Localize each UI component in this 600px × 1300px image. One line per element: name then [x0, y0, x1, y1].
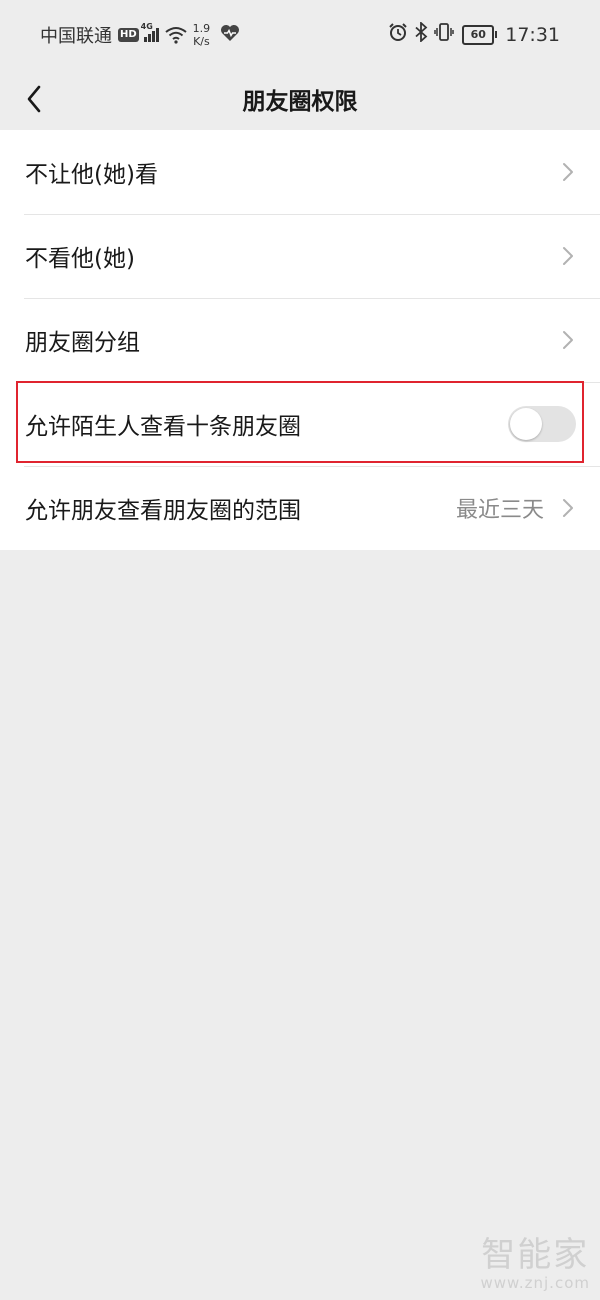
status-time: 17:31: [505, 23, 560, 46]
list-item-dont-see-moments[interactable]: 不看他(她): [0, 214, 600, 298]
list-item-strangers-view-ten: 允许陌生人查看十条朋友圈: [0, 382, 600, 466]
alarm-icon: [382, 22, 408, 47]
list-item-label: 不让他(她)看: [25, 162, 158, 188]
status-bar-left: 中国联通 HD 4G 1.9 K/s: [40, 22, 240, 48]
battery-icon: 60: [462, 24, 498, 45]
page-title: 朋友圈权限: [242, 89, 358, 115]
bluetooth-icon: [408, 20, 428, 47]
speed-value: 1.9: [192, 22, 211, 35]
vibrate-icon: [428, 22, 454, 47]
watermark: 智能家 www.znj.com: [480, 1236, 590, 1292]
network-type-label: 4G: [140, 22, 153, 31]
permissions-list: 不让他(她)看 不看他(她) 朋友圈分组 允许陌生人查看十条朋友圈 允许朋友查看…: [0, 130, 600, 550]
list-item-label: 允许朋友查看朋友圈的范围: [25, 498, 301, 524]
list-item-moments-groups[interactable]: 朋友圈分组: [0, 298, 600, 382]
signal-icon: 4G: [141, 22, 159, 42]
status-bar: 中国联通 HD 4G 1.9 K/s 60 17:31: [0, 0, 600, 68]
speed-unit: K/s: [193, 35, 210, 48]
chevron-right-icon: [563, 331, 573, 349]
carrier-name: 中国联通: [40, 26, 112, 47]
strangers-view-toggle[interactable]: [508, 406, 576, 442]
list-item-visible-range[interactable]: 允许朋友查看朋友圈的范围 最近三天: [0, 466, 600, 550]
list-item-hide-moments[interactable]: 不让他(她)看: [0, 130, 600, 214]
list-item-label: 不看他(她): [25, 246, 135, 272]
status-bar-right: 60 17:31: [382, 20, 560, 47]
toggle-knob: [510, 408, 542, 440]
hd-badge: HD: [118, 28, 139, 42]
chevron-right-icon: [563, 163, 573, 181]
watermark-url: www.znj.com: [480, 1274, 590, 1292]
visible-range-value: 最近三天: [455, 498, 544, 523]
battery-level: 60: [462, 24, 495, 45]
nav-bar: 朋友圈权限: [0, 68, 600, 130]
health-heart-icon: [220, 24, 240, 47]
list-item-label: 朋友圈分组: [25, 330, 140, 356]
list-item-label: 允许陌生人查看十条朋友圈: [25, 414, 301, 440]
wifi-icon: [165, 26, 187, 44]
watermark-logo: 智能家: [481, 1235, 590, 1275]
chevron-right-icon: [563, 499, 573, 517]
network-speed: 1.9 K/s: [193, 22, 211, 48]
chevron-right-icon: [563, 247, 573, 265]
